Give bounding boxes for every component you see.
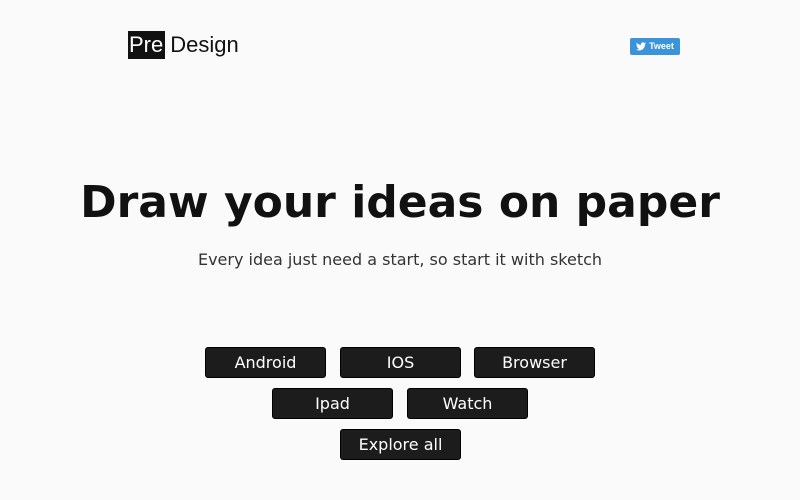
browser-button[interactable]: Browser xyxy=(474,347,595,378)
tweet-label: Tweet xyxy=(649,41,674,51)
twitter-bird-icon xyxy=(636,42,647,51)
watch-button[interactable]: Watch xyxy=(407,388,528,419)
tweet-button[interactable]: Tweet xyxy=(630,38,680,55)
hero-subtitle: Every idea just need a start, so start i… xyxy=(197,250,603,269)
logo-box: Pre xyxy=(128,31,166,59)
logo-text: Design xyxy=(170,32,239,57)
hero-title: Draw your ideas on paper xyxy=(80,177,720,228)
logo[interactable]: Pre Design xyxy=(128,31,239,59)
ios-button[interactable]: IOS xyxy=(340,347,461,378)
explore-all-button[interactable]: Explore all xyxy=(340,429,461,460)
page: Pre Design Tweet Draw your ideas on pape… xyxy=(0,0,800,500)
ipad-button[interactable]: Ipad xyxy=(272,388,393,419)
android-button[interactable]: Android xyxy=(205,347,326,378)
